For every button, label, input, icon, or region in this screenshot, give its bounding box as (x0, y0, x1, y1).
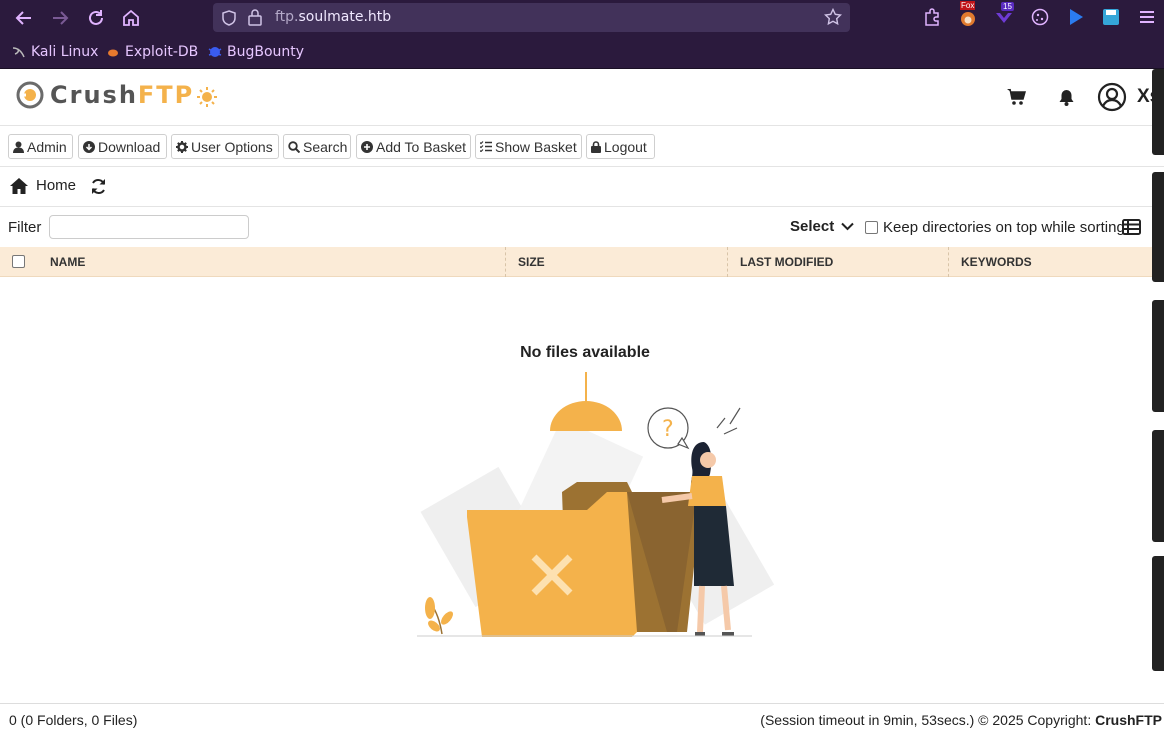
breadcrumb: Home (0, 167, 1164, 207)
admin-button[interactable]: Admin (8, 134, 73, 159)
side-panel-edge[interactable] (1152, 300, 1164, 412)
side-panel-edge[interactable] (1152, 556, 1164, 671)
add-to-basket-button[interactable]: Add To Basket (356, 134, 471, 159)
bookmark-kali[interactable]: Kali Linux (12, 44, 98, 60)
user-options-label: User Options (191, 138, 273, 155)
user-avatar-icon[interactable] (1097, 82, 1127, 112)
column-divider[interactable] (948, 247, 949, 277)
column-last-modified[interactable]: LAST MODIFIED (740, 255, 833, 269)
column-name[interactable]: NAME (50, 255, 85, 269)
session-copyright: (Session timeout in 9min, 53secs.) © 202… (760, 712, 1162, 728)
crushftp-logo-icon (16, 81, 44, 109)
foxyproxy-icon[interactable]: Fox (958, 1, 978, 27)
table-view-icon (1122, 219, 1141, 235)
shield-icon[interactable] (221, 10, 237, 26)
action-toolbar: Admin Download User Options Search Add T… (0, 126, 1164, 167)
side-panel-edge[interactable] (1152, 172, 1164, 282)
back-arrow-icon[interactable] (13, 7, 35, 29)
column-size[interactable]: SIZE (518, 255, 545, 269)
empty-folder-illustration: ? (417, 372, 775, 637)
filter-label: Filter (8, 219, 42, 236)
app-header: CrushFTP Xs (0, 69, 1164, 126)
download-button[interactable]: Download (78, 134, 167, 159)
lock-icon[interactable] (248, 9, 262, 26)
reload-icon[interactable] (85, 7, 107, 29)
cookie-icon[interactable] (1030, 7, 1050, 27)
exploitdb-bug-icon (108, 49, 118, 57)
admin-label: Admin (27, 138, 67, 155)
filter-input[interactable] (49, 215, 249, 239)
chevron-down-icon (841, 222, 854, 231)
bugbounty-icon (208, 47, 222, 57)
count-badge: 15 (1001, 2, 1014, 11)
breadcrumb-home[interactable]: Home (10, 177, 76, 194)
bookmarks-bar: Kali Linux Exploit-DB BugBounty (0, 35, 1164, 69)
sun-theme-icon[interactable] (196, 86, 218, 108)
refresh-icon[interactable] (90, 178, 107, 195)
show-basket-label: Show Basket (495, 138, 577, 155)
bookmark-bugbounty[interactable]: BugBounty (208, 44, 304, 60)
fox-badge: Fox (960, 1, 976, 10)
column-divider[interactable] (727, 247, 728, 277)
svg-text:?: ? (662, 417, 674, 442)
user-icon (13, 141, 24, 153)
side-panel-edge[interactable] (1152, 430, 1164, 542)
search-button[interactable]: Search (283, 134, 351, 159)
save-disk-icon[interactable] (1101, 7, 1121, 27)
crushftp-logo[interactable]: CrushFTP (16, 81, 194, 109)
bookmark-star-icon[interactable] (824, 8, 842, 26)
search-icon (288, 140, 300, 153)
wappalyzer-icon[interactable]: 15 (994, 2, 1014, 27)
logout-button[interactable]: Logout (586, 134, 655, 159)
plus-circle-icon (361, 140, 373, 153)
menu-hamburger-icon[interactable] (1137, 7, 1157, 27)
keep-directories-checkbox[interactable] (865, 221, 878, 234)
empty-state-title: No files available (520, 344, 650, 361)
bookmark-label: Exploit-DB (125, 44, 199, 60)
select-all-checkbox[interactable] (12, 255, 25, 268)
bookmark-label: BugBounty (227, 44, 305, 60)
url-text[interactable]: ftp.soulmate.htb (275, 9, 391, 25)
footer-brand-link[interactable]: CrushFTP (1095, 712, 1162, 728)
browser-toolbar: ftp.soulmate.htb Fox 15 (0, 0, 1164, 35)
column-keywords[interactable]: KEYWORDS (961, 255, 1032, 269)
logo-text: CrushFTP (50, 81, 195, 109)
view-mode-toggle[interactable] (1122, 219, 1141, 240)
select-dropdown[interactable]: Select (790, 218, 854, 235)
address-bar[interactable]: ftp.soulmate.htb (213, 3, 850, 32)
search-label: Search (303, 138, 348, 155)
folder-file-count: 0 (0 Folders, 0 Files) (9, 712, 138, 728)
bookmark-exploitdb[interactable]: Exploit-DB (106, 44, 198, 60)
user-options-button[interactable]: User Options (171, 134, 279, 159)
bell-icon[interactable] (1059, 89, 1074, 106)
show-basket-button[interactable]: Show Basket (475, 134, 582, 159)
keep-directories-label: Keep directories on top while sorting (883, 219, 1125, 236)
select-label: Select (790, 218, 835, 235)
cart-icon[interactable] (1006, 88, 1026, 106)
forward-arrow-icon[interactable] (49, 7, 71, 29)
puzzle-extensions-icon[interactable] (922, 7, 942, 27)
download-label: Download (98, 138, 161, 155)
gear-icon (176, 140, 188, 153)
keep-directories-toggle[interactable]: Keep directories on top while sorting (865, 219, 1125, 236)
home-icon (10, 177, 28, 194)
lock-icon (591, 140, 601, 153)
filter-bar: Filter Select Keep directories on top wh… (0, 207, 1164, 247)
download-circle-icon (83, 140, 95, 153)
bookmark-label: Kali Linux (31, 44, 99, 60)
side-panel-edge[interactable] (1152, 69, 1164, 155)
kali-dragon-icon (12, 47, 25, 58)
list-check-icon (480, 141, 492, 152)
session-timeout-text: (Session timeout in 9min, 53secs.) © 202… (760, 712, 1096, 728)
file-table-header: NAME SIZE LAST MODIFIED KEYWORDS (0, 247, 1152, 277)
column-divider[interactable] (505, 247, 506, 277)
play-arrow-icon[interactable] (1066, 7, 1086, 27)
logout-label: Logout (604, 138, 647, 155)
breadcrumb-home-label: Home (36, 177, 77, 194)
add-to-basket-label: Add To Basket (376, 138, 467, 155)
home-icon[interactable] (120, 7, 142, 29)
status-footer: 0 (0 Folders, 0 Files) (Session timeout … (0, 703, 1164, 737)
